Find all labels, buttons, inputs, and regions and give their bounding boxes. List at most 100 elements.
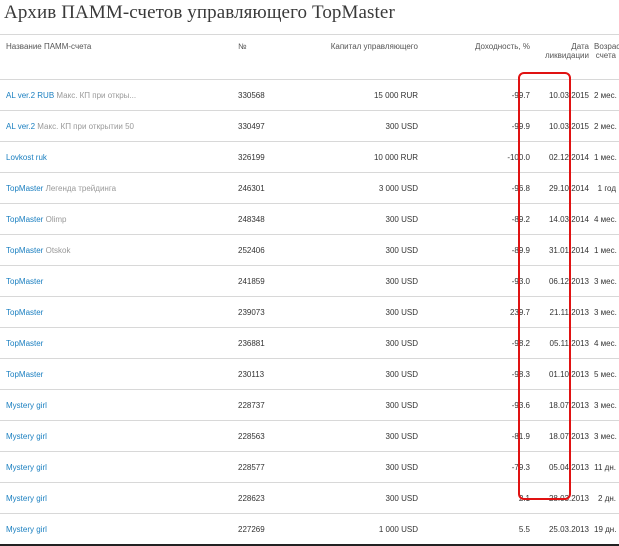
- account-name-link[interactable]: TopMaster: [6, 246, 43, 255]
- manager-capital: 300 USD: [314, 451, 426, 483]
- column-header-liquidation-date[interactable]: Дата ликвидации: [533, 34, 593, 80]
- account-number: 228563: [232, 420, 314, 452]
- manager-capital: 300 USD: [314, 203, 426, 235]
- account-name-cell: TopMaster: [0, 358, 232, 390]
- liquidation-date: 28.03.2013: [533, 482, 593, 514]
- account-name-link[interactable]: TopMaster: [6, 277, 43, 286]
- table-row: AL ver.2 RUB Макс. КП при откры... 330568…: [0, 79, 619, 111]
- yield-percent: -93.6: [426, 389, 533, 421]
- yield-percent: -99.7: [426, 79, 533, 111]
- yield-percent: -89.2: [426, 203, 533, 235]
- account-number: 330497: [232, 110, 314, 142]
- pamm-archive-table: Название ПАММ-счета № Капитал управляюще…: [0, 34, 619, 546]
- yield-percent: -93.0: [426, 265, 533, 297]
- liquidation-date: 06.12.2013: [533, 265, 593, 297]
- manager-capital: 3 000 USD: [314, 172, 426, 204]
- table-row: Mystery girl 227269 1 000 USD 5.5 25.03.2013…: [0, 513, 619, 546]
- column-header-account-age[interactable]: Возраст счета: [593, 34, 619, 80]
- account-name-link[interactable]: TopMaster: [6, 184, 43, 193]
- account-age: 2 дн.: [593, 482, 619, 514]
- account-number: 241859: [232, 265, 314, 297]
- yield-percent: -81.9: [426, 420, 533, 452]
- liquidation-date: 01.10.2013: [533, 358, 593, 390]
- column-header-capital[interactable]: Капитал управляющего: [314, 34, 426, 80]
- table-header-row: Название ПАММ-счета № Капитал управляюще…: [0, 34, 619, 80]
- liquidation-date: 10.03.2015: [533, 110, 593, 142]
- manager-capital: 300 USD: [314, 358, 426, 390]
- table-row: TopMaster Olimp 248348 300 USD -89.2 14.03.2…: [0, 203, 619, 235]
- account-description: Легенда трейдинга: [45, 183, 117, 193]
- manager-capital: 1 000 USD: [314, 513, 426, 546]
- account-name-link[interactable]: Mystery girl: [6, 432, 47, 441]
- table-row: TopMaster 239073 300 USD 239.7 21.11.2013 3 м…: [0, 296, 619, 328]
- account-age: 3 мес. 14 дн.: [593, 265, 619, 297]
- column-header-name[interactable]: Название ПАММ-счета: [0, 34, 232, 80]
- account-name-link[interactable]: TopMaster: [6, 370, 43, 379]
- yield-percent: -79.3: [426, 451, 533, 483]
- account-number: 252406: [232, 234, 314, 266]
- account-name-cell: TopMaster: [0, 327, 232, 359]
- account-name-link[interactable]: Mystery girl: [6, 401, 47, 410]
- account-age: 3 мес. 20 дн.: [593, 296, 619, 328]
- account-age: 1 год: [593, 172, 619, 204]
- account-age: 4 мес. 9 дн.: [593, 203, 619, 235]
- account-name-cell: Lovkost ruk: [0, 141, 232, 173]
- table-row: TopMaster 236881 300 USD -98.2 05.11.2013 4 м…: [0, 327, 619, 359]
- table-row: TopMaster 241859 300 USD -93.0 06.12.2013 3 м…: [0, 265, 619, 297]
- manager-capital: 300 USD: [314, 296, 426, 328]
- column-header-yield[interactable]: Доходность, %: [426, 34, 533, 80]
- account-name-link[interactable]: Lovkost ruk: [6, 153, 47, 162]
- account-name-cell: TopMaster: [0, 296, 232, 328]
- account-name-link[interactable]: Mystery girl: [6, 494, 47, 503]
- manager-capital: 300 USD: [314, 420, 426, 452]
- account-name-link[interactable]: TopMaster: [6, 339, 43, 348]
- yield-percent: -89.9: [426, 234, 533, 266]
- account-age: 3 мес. 24 дн.: [593, 420, 619, 452]
- manager-capital: 15 000 RUR: [314, 79, 426, 111]
- account-name-link[interactable]: AL ver.2: [6, 122, 35, 131]
- account-number: 227269: [232, 513, 314, 546]
- liquidation-date: 02.12.2014: [533, 141, 593, 173]
- yield-percent: -98.2: [426, 327, 533, 359]
- table-row: Mystery girl 228623 300 USD 2.1 28.03.2013 2 …: [0, 482, 619, 514]
- account-age: 5 мес. 20 дн.: [593, 358, 619, 390]
- column-header-number[interactable]: №: [232, 34, 314, 80]
- manager-capital: 300 USD: [314, 265, 426, 297]
- page-title: Архив ПАММ-счетов управляющего TopMaster: [4, 2, 395, 23]
- manager-capital: 300 USD: [314, 110, 426, 142]
- account-name-link[interactable]: TopMaster: [6, 308, 43, 317]
- account-age: 4 мес. 1 дн.: [593, 327, 619, 359]
- table-row: TopMaster Otskok 252406 300 USD -89.9 31.01.…: [0, 234, 619, 266]
- liquidation-date: 18.07.2013: [533, 420, 593, 452]
- account-name-cell: Mystery girl: [0, 513, 232, 546]
- yield-percent: 239.7: [426, 296, 533, 328]
- account-age: 1 мес. 9 дн.: [593, 141, 619, 173]
- liquidation-date: 05.04.2013: [533, 451, 593, 483]
- account-number: 236881: [232, 327, 314, 359]
- liquidation-date: 14.03.2014: [533, 203, 593, 235]
- table-row: Mystery girl 228577 300 USD -79.3 05.04.2013…: [0, 451, 619, 483]
- account-number: 248348: [232, 203, 314, 235]
- account-number: 228577: [232, 451, 314, 483]
- account-number: 246301: [232, 172, 314, 204]
- yield-percent: 2.1: [426, 482, 533, 514]
- table-row: TopMaster Легенда трейдинга 246301 3 000 U…: [0, 172, 619, 204]
- account-name-cell: Mystery girl: [0, 420, 232, 452]
- account-name-link[interactable]: AL ver.2 RUB: [6, 91, 54, 100]
- yield-percent: 5.5: [426, 513, 533, 546]
- account-name-link[interactable]: Mystery girl: [6, 525, 47, 534]
- account-description: Otskok: [45, 245, 71, 255]
- account-number: 230113: [232, 358, 314, 390]
- account-age: 1 мес. 14 дн.: [593, 234, 619, 266]
- manager-capital: 300 USD: [314, 327, 426, 359]
- account-age: 19 дн.: [593, 513, 619, 546]
- account-name-link[interactable]: Mystery girl: [6, 463, 47, 472]
- manager-capital: 10 000 RUR: [314, 141, 426, 173]
- liquidation-date: 10.03.2015: [533, 79, 593, 111]
- account-name-cell: Mystery girl: [0, 389, 232, 421]
- account-name-link[interactable]: TopMaster: [6, 215, 43, 224]
- account-name-cell: AL ver.2 RUB Макс. КП при откры...: [0, 79, 232, 111]
- liquidation-date: 18.07.2013: [533, 389, 593, 421]
- account-name-cell: Mystery girl: [0, 451, 232, 483]
- manager-capital: 300 USD: [314, 482, 426, 514]
